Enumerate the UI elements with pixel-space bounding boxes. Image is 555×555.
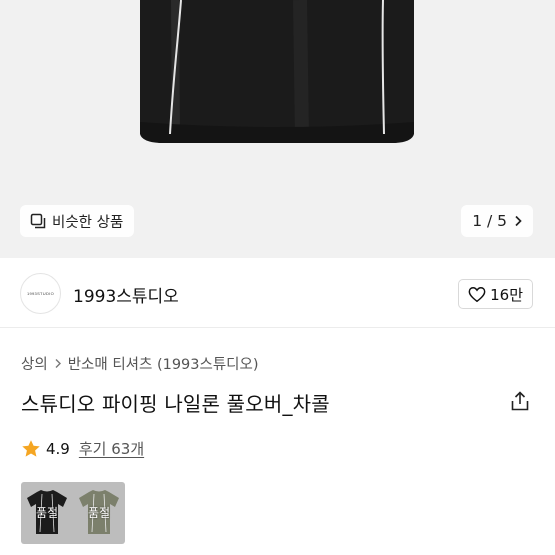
product-title: 스튜디오 파이핑 나일론 풀오버_차콜 [21, 392, 330, 416]
star-icon [22, 439, 40, 457]
image-pager-count: 1 / 5 [472, 212, 507, 230]
option-thumbnail-charcoal[interactable]: 품절 [21, 482, 73, 544]
similar-items-icon [30, 213, 46, 229]
sold-out-label: 품절 [35, 506, 59, 520]
sold-out-label: 품절 [87, 506, 111, 520]
rating-score: 4.9 [46, 439, 70, 458]
chevron-right-icon [515, 215, 522, 227]
breadcrumb-subcategory[interactable]: 반소매 티셔츠 (1993스튜디오) [68, 353, 259, 374]
rating-row: 4.9 후기 63개 [21, 438, 144, 459]
product-image[interactable]: 비슷한 상품 1 / 5 [0, 0, 555, 258]
breadcrumb-category[interactable]: 상의 [21, 353, 48, 374]
option-thumbnails: 품절 품절 [21, 482, 125, 544]
similar-items-button[interactable]: 비슷한 상품 [20, 205, 135, 237]
shop-logo[interactable]: 1993STUDIO [20, 273, 61, 314]
shop-name[interactable]: 1993스튜디오 [73, 282, 179, 307]
breadcrumb: 상의 반소매 티셔츠 (1993스튜디오) [21, 353, 259, 374]
similar-items-label: 비슷한 상품 [52, 214, 124, 231]
share-icon[interactable] [509, 390, 531, 412]
chevron-right-icon [55, 359, 61, 368]
like-button[interactable]: 16만 [458, 279, 533, 309]
like-count: 16만 [490, 285, 523, 304]
shop-row: 1993STUDIO 1993스튜디오 16만 [0, 258, 555, 328]
option-thumbnail-khaki[interactable]: 품절 [73, 482, 125, 544]
shop-logo-text: 1993STUDIO [26, 291, 54, 296]
heart-icon [468, 286, 486, 302]
image-pager[interactable]: 1 / 5 [461, 205, 533, 237]
reviews-link[interactable]: 후기 63개 [79, 438, 144, 459]
